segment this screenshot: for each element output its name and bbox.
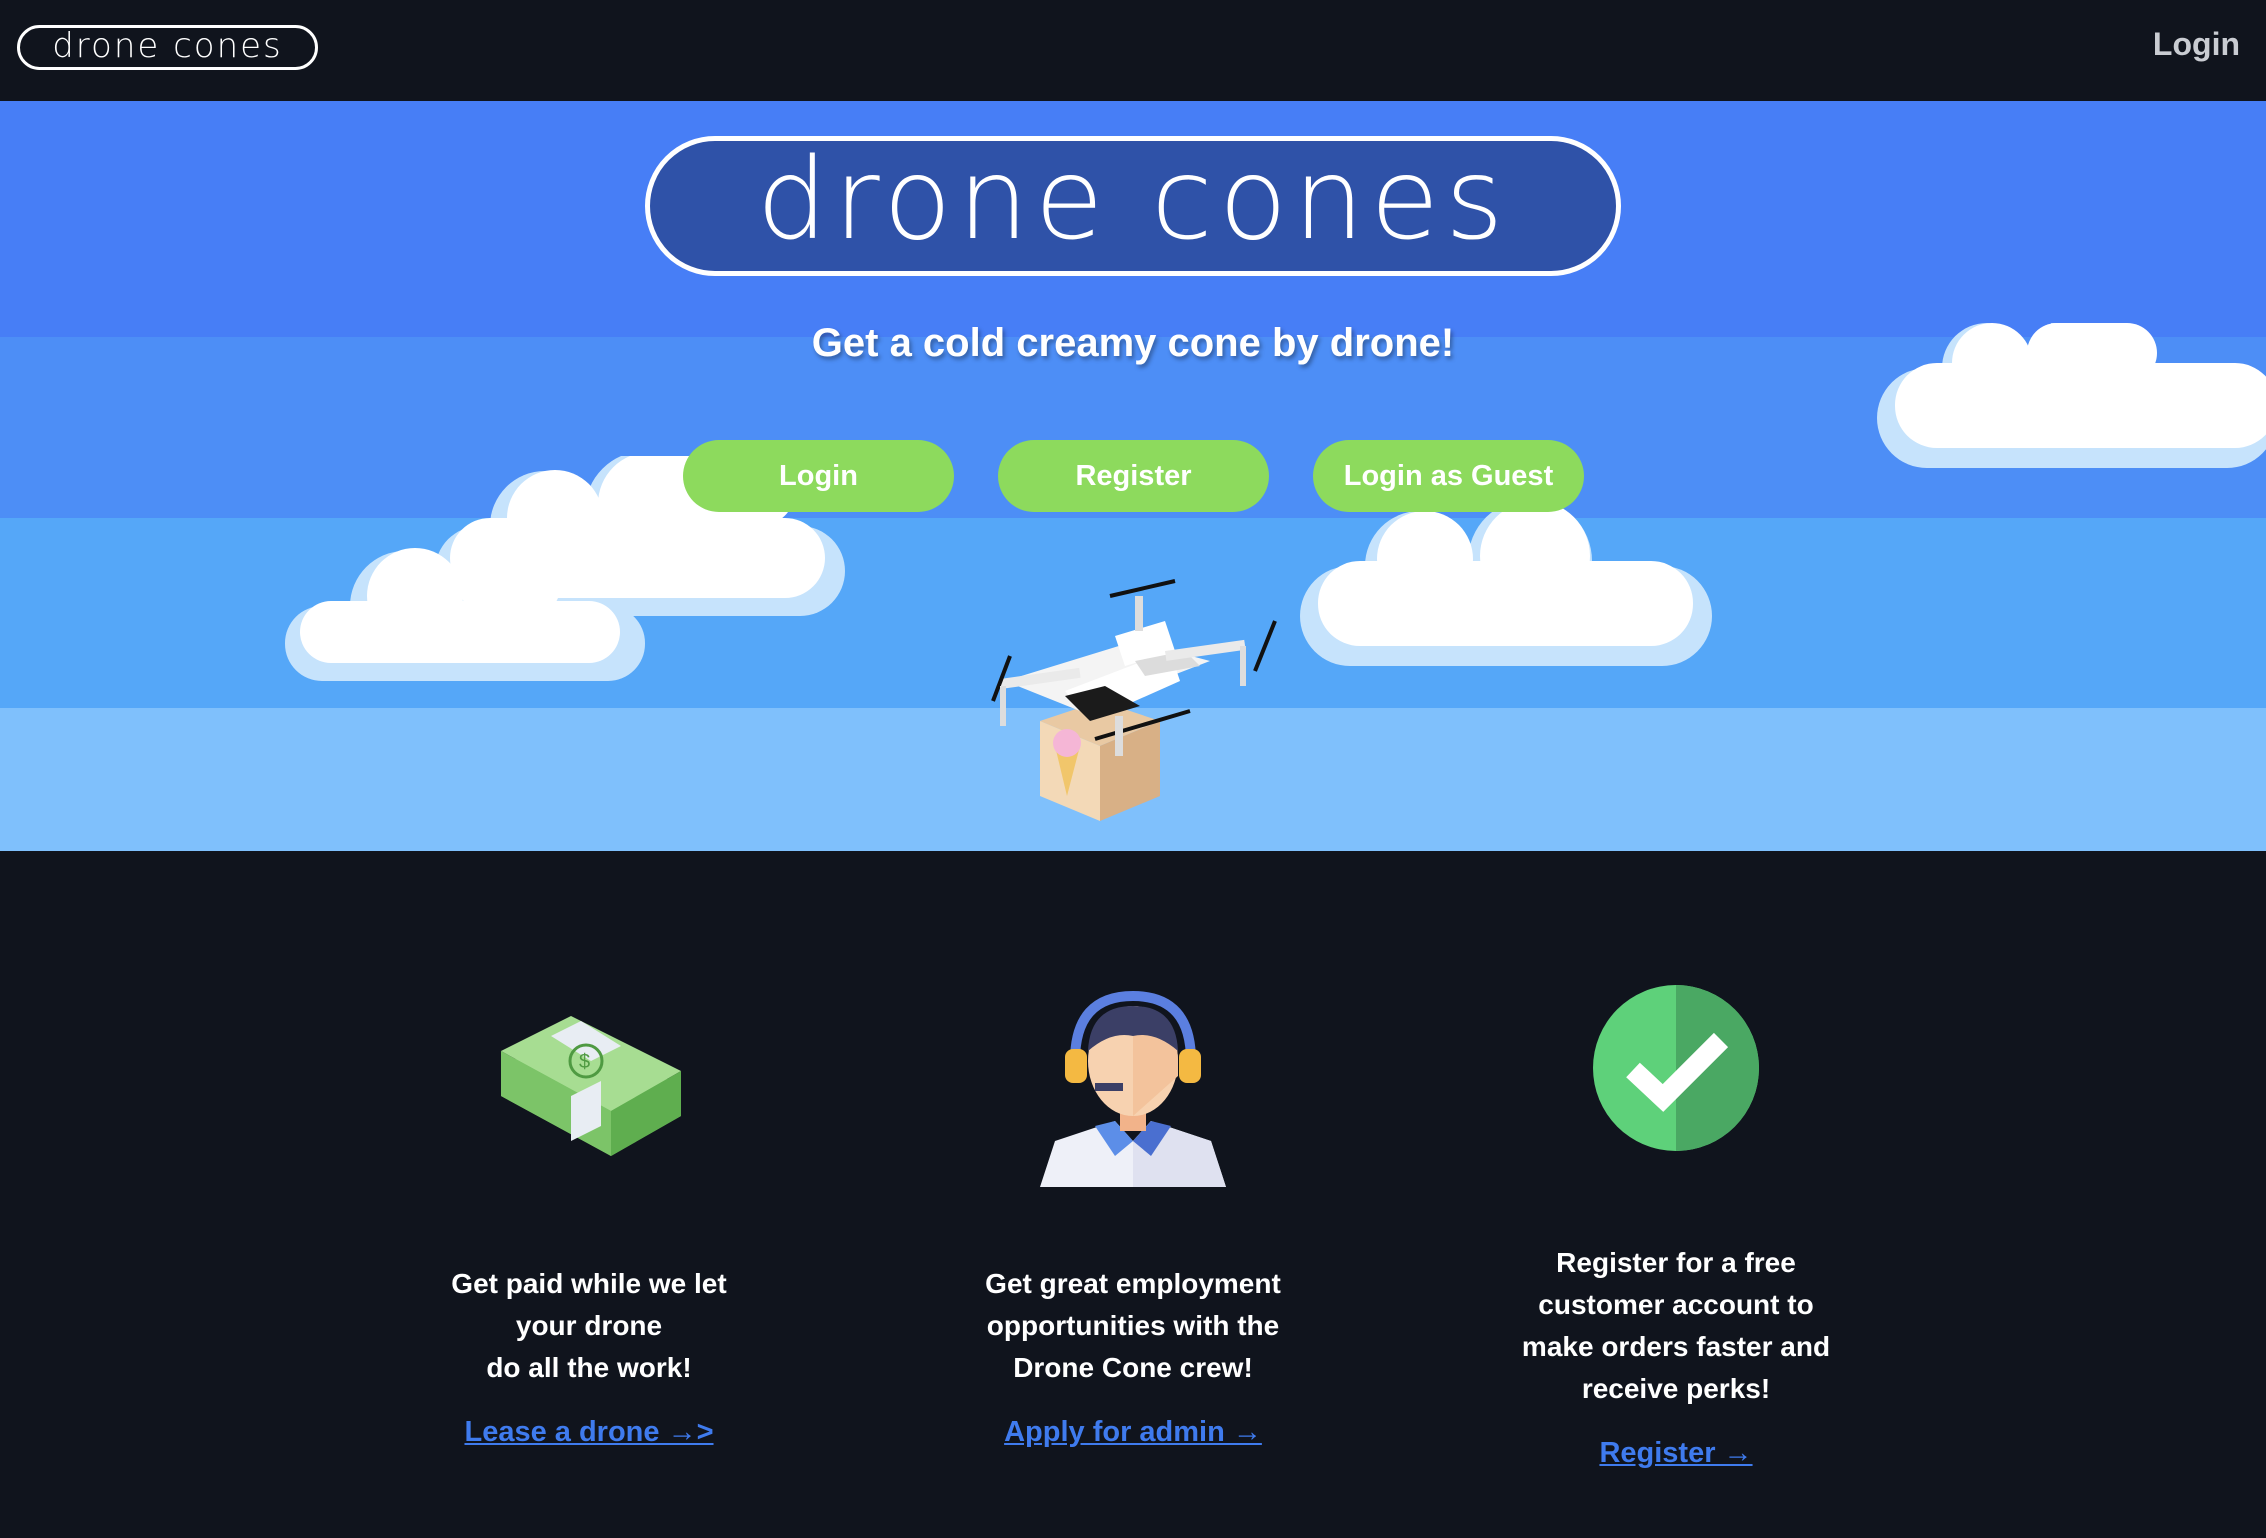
- navbar: drone cones Login: [0, 0, 2266, 101]
- feature-line: receive perks!: [1581, 1373, 1771, 1404]
- feature-description: Get great employment opportunities with …: [933, 1263, 1333, 1389]
- hero-logo-text: drone cones: [756, 135, 1510, 265]
- support-agent-icon: [1040, 991, 1226, 1187]
- drone-delivery-icon: [991, 579, 1277, 821]
- feature-description: Register for a free customer account to …: [1476, 1242, 1876, 1410]
- apply-for-admin-link[interactable]: Apply for admin →: [933, 1416, 1333, 1449]
- login-as-guest-button[interactable]: Login as Guest: [1313, 440, 1584, 512]
- hero-logo: drone cones: [645, 136, 1621, 276]
- feature-line: opportunities with the: [986, 1310, 1280, 1341]
- svg-text:$: $: [579, 1051, 590, 1073]
- feature-line: Drone Cone crew!: [1013, 1352, 1253, 1383]
- feature-line: Get great employment: [985, 1268, 1281, 1299]
- feature-line: make orders faster and: [1521, 1331, 1831, 1362]
- hero-tagline: Get a cold creamy cone by drone!: [811, 321, 1455, 365]
- login-button[interactable]: Login: [683, 440, 954, 512]
- feature-line: Get paid while we let: [451, 1268, 727, 1299]
- register-link[interactable]: Register →: [1476, 1437, 1876, 1470]
- nav-logo[interactable]: drone cones: [17, 25, 318, 70]
- feature-card-admin: Get great employment opportunities with …: [933, 851, 1333, 1538]
- checkmark-icon: [1593, 985, 1759, 1151]
- feature-line: Register for a free: [1556, 1247, 1796, 1278]
- feature-description: Get paid while we let your drone do all …: [389, 1263, 789, 1389]
- nav-login-link[interactable]: Login: [2153, 26, 2240, 63]
- money-icon: $: [501, 1016, 681, 1156]
- feature-line: your drone: [515, 1310, 663, 1341]
- feature-card-lease: $ Get paid while we let your drone do al…: [389, 851, 789, 1538]
- lease-drone-link[interactable]: Lease a drone →>: [389, 1416, 789, 1449]
- feature-card-register: Register for a free customer account to …: [1476, 851, 1876, 1538]
- feature-line: customer account to: [1538, 1289, 1814, 1320]
- nav-logo-text: drone cones: [52, 25, 283, 66]
- register-button[interactable]: Register: [998, 440, 1269, 512]
- feature-line: do all the work!: [486, 1352, 692, 1383]
- cloud-icon: [1300, 501, 1712, 666]
- hero-section: drone cones Get a cold creamy cone by dr…: [0, 101, 2266, 851]
- features-section: $ Get paid while we let your drone do al…: [0, 851, 2266, 1538]
